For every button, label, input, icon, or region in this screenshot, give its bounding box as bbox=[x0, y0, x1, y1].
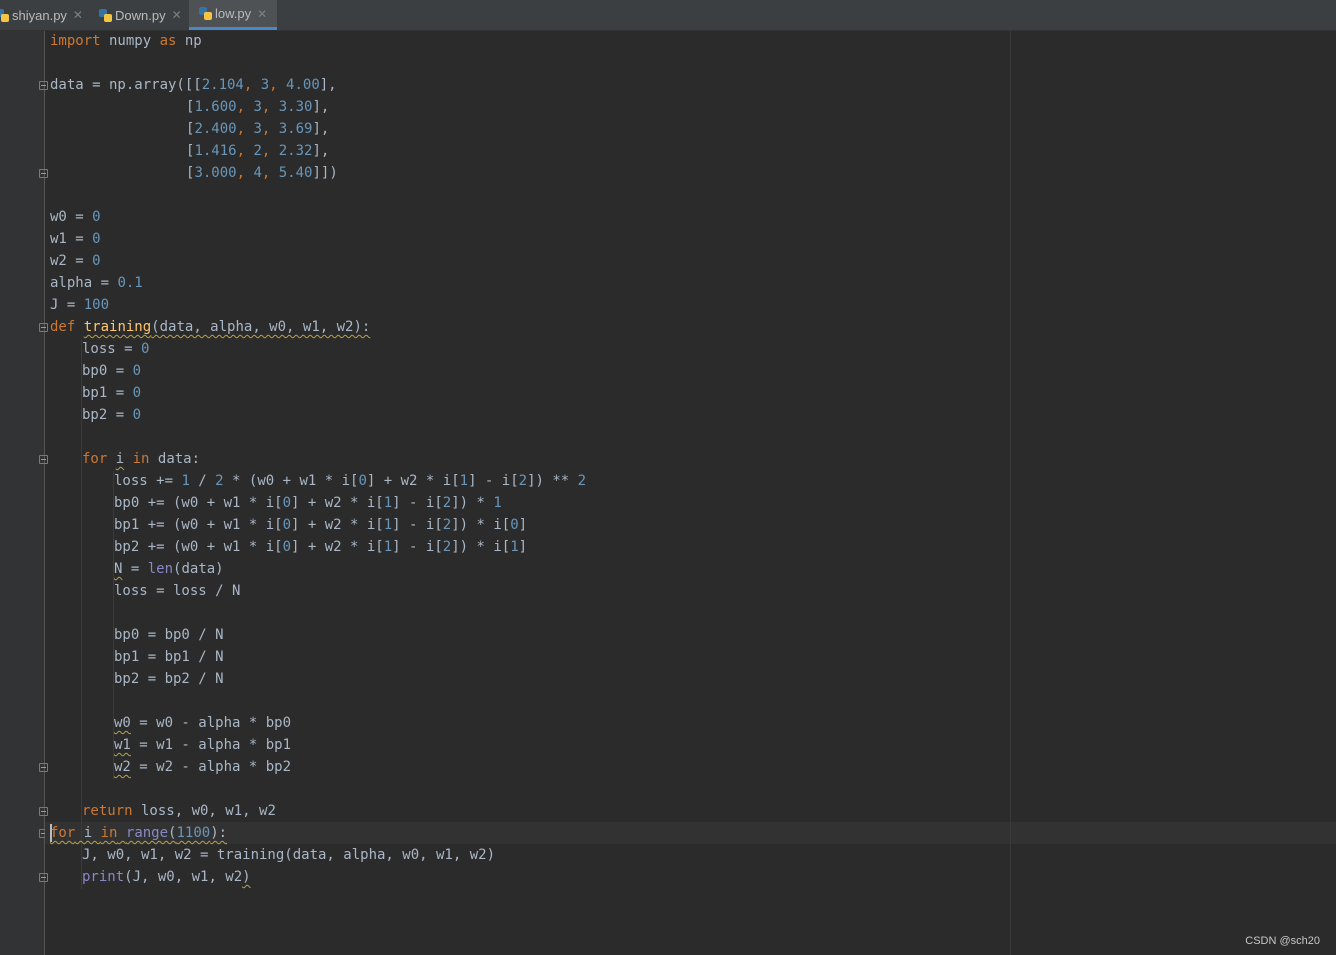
python-file-icon bbox=[199, 7, 212, 20]
line-number: 4 bbox=[0, 97, 10, 119]
code-line-5: [2.400, 3, 3.69], bbox=[186, 121, 330, 137]
line-number: 4 bbox=[0, 537, 10, 559]
code-line-23: bp1 += (w0 + w1 * i[0] + w2 * i[1] - i[2… bbox=[114, 517, 528, 533]
tab-label: Down.py bbox=[115, 7, 166, 23]
code-line-28: bp0 = bp0 / N bbox=[114, 627, 224, 643]
code-line-37: for i in range(1100): bbox=[50, 825, 228, 841]
line-number: 6 bbox=[0, 361, 10, 383]
text-caret bbox=[50, 824, 52, 842]
line-number: 3 bbox=[0, 735, 10, 757]
line-number: 6 bbox=[0, 581, 10, 603]
code-line-20: for i in data: bbox=[82, 451, 201, 467]
code-line-30: bp2 = bp2 / N bbox=[114, 671, 224, 687]
code-line-16: bp0 = 0 bbox=[82, 363, 142, 379]
code-line-1: import numpy as np bbox=[50, 33, 202, 49]
code-line-33: w1 = w1 - alpha * bp1 bbox=[114, 737, 292, 753]
code-line-24: bp2 += (w0 + w1 * i[0] + w2 * i[1] - i[2… bbox=[114, 539, 528, 555]
line-number: 2 bbox=[0, 713, 10, 735]
line-number: 7 bbox=[0, 383, 10, 405]
line-number-gutter[interactable]: 1234567890123456789012345678901234567890… bbox=[0, 31, 48, 955]
close-icon[interactable]: ✕ bbox=[73, 8, 83, 22]
code-line-3: data = np.array([[2.104, 3, 4.00], bbox=[50, 77, 337, 93]
code-line-4: [1.600, 3, 3.30], bbox=[186, 99, 330, 115]
line-number: 1 bbox=[0, 911, 10, 933]
line-number: 3 bbox=[0, 515, 10, 537]
code-line-10: w1 = 0 bbox=[50, 231, 101, 247]
code-line-26: loss = loss / N bbox=[114, 583, 241, 599]
editor-tab-bar: shiyan.py ✕ Down.py ✕ low.py ✕ bbox=[0, 0, 1336, 31]
code-line-6: [1.416, 2, 2.32], bbox=[186, 143, 330, 159]
code-line-7: [3.000, 4, 5.40]]) bbox=[186, 165, 338, 181]
line-number: 5 bbox=[0, 339, 10, 361]
tab-label: shiyan.py bbox=[12, 7, 67, 23]
line-number: 5 bbox=[0, 779, 10, 801]
line-number: 0 bbox=[0, 669, 10, 691]
line-number: 5 bbox=[0, 119, 10, 141]
code-line-15: loss = 0 bbox=[82, 341, 150, 357]
line-number: 8 bbox=[0, 405, 10, 427]
line-number: 6 bbox=[0, 801, 10, 823]
line-number: 2 bbox=[0, 493, 10, 515]
line-number: 2 bbox=[0, 273, 10, 295]
line-number: 4 bbox=[0, 317, 10, 339]
code-line-34: w2 = w2 - alpha * bp2 bbox=[114, 759, 292, 775]
line-number: 9 bbox=[0, 867, 10, 889]
code-line-17: bp1 = 0 bbox=[82, 385, 142, 401]
line-number: 7 bbox=[0, 823, 10, 845]
line-number: 6 bbox=[0, 141, 10, 163]
code-line-12: alpha = 0.1 bbox=[50, 275, 143, 291]
line-number: 3 bbox=[0, 75, 10, 97]
code-line-21: loss += 1 / 2 * (w0 + w1 * i[0] + w2 * i… bbox=[114, 473, 587, 489]
code-line-22: bp0 += (w0 + w1 * i[0] + w2 * i[1] - i[2… bbox=[114, 495, 502, 511]
tab-shiyan-py[interactable]: shiyan.py ✕ bbox=[0, 0, 89, 30]
line-number: 8 bbox=[0, 185, 10, 207]
code-line-18: bp2 = 0 bbox=[82, 407, 142, 423]
tab-low-py[interactable]: low.py ✕ bbox=[189, 0, 277, 30]
code-line-14: def training(data, alpha, w0, w1, w2): bbox=[50, 319, 371, 335]
code-line-36: return loss, w0, w1, w2 bbox=[82, 803, 276, 819]
line-number: 5 bbox=[0, 559, 10, 581]
line-number: 1 bbox=[0, 31, 10, 53]
python-file-icon bbox=[99, 8, 112, 22]
code-line-38: J, w0, w1, w2 = training(data, alpha, w0… bbox=[82, 847, 496, 863]
line-number: 9 bbox=[0, 427, 10, 449]
watermark: CSDN @sch20 bbox=[1245, 935, 1320, 947]
line-number: 8 bbox=[0, 845, 10, 867]
line-number: 1 bbox=[0, 691, 10, 713]
line-number: 7 bbox=[0, 163, 10, 185]
code-line-11: w2 = 0 bbox=[50, 253, 101, 269]
python-file-icon bbox=[0, 8, 9, 22]
line-number: 1 bbox=[0, 471, 10, 493]
close-icon[interactable]: ✕ bbox=[257, 7, 267, 21]
line-number: 4 bbox=[0, 757, 10, 779]
line-number: 1 bbox=[0, 251, 10, 273]
code-line-29: bp1 = bp1 / N bbox=[114, 649, 224, 665]
line-number: 8 bbox=[0, 625, 10, 647]
line-number: 3 bbox=[0, 295, 10, 317]
code-line-13: J = 100 bbox=[50, 297, 110, 313]
tab-label: low.py bbox=[215, 6, 252, 21]
code-line-9: w0 = 0 bbox=[50, 209, 101, 225]
tab-down-py[interactable]: Down.py ✕ bbox=[89, 0, 189, 30]
line-number: 0 bbox=[0, 449, 10, 471]
line-number: 2 bbox=[0, 53, 10, 75]
code-line-25: N = len(data) bbox=[114, 561, 224, 577]
code-line-32: w0 = w0 - alpha * bp0 bbox=[114, 715, 292, 731]
line-number: 9 bbox=[0, 207, 10, 229]
line-number: 9 bbox=[0, 647, 10, 669]
code-line-39: print(J, w0, w1, w2) bbox=[82, 869, 251, 885]
line-number: 0 bbox=[0, 889, 10, 911]
line-number: 0 bbox=[0, 229, 10, 251]
line-number: 7 bbox=[0, 603, 10, 625]
close-icon[interactable]: ✕ bbox=[172, 8, 182, 22]
